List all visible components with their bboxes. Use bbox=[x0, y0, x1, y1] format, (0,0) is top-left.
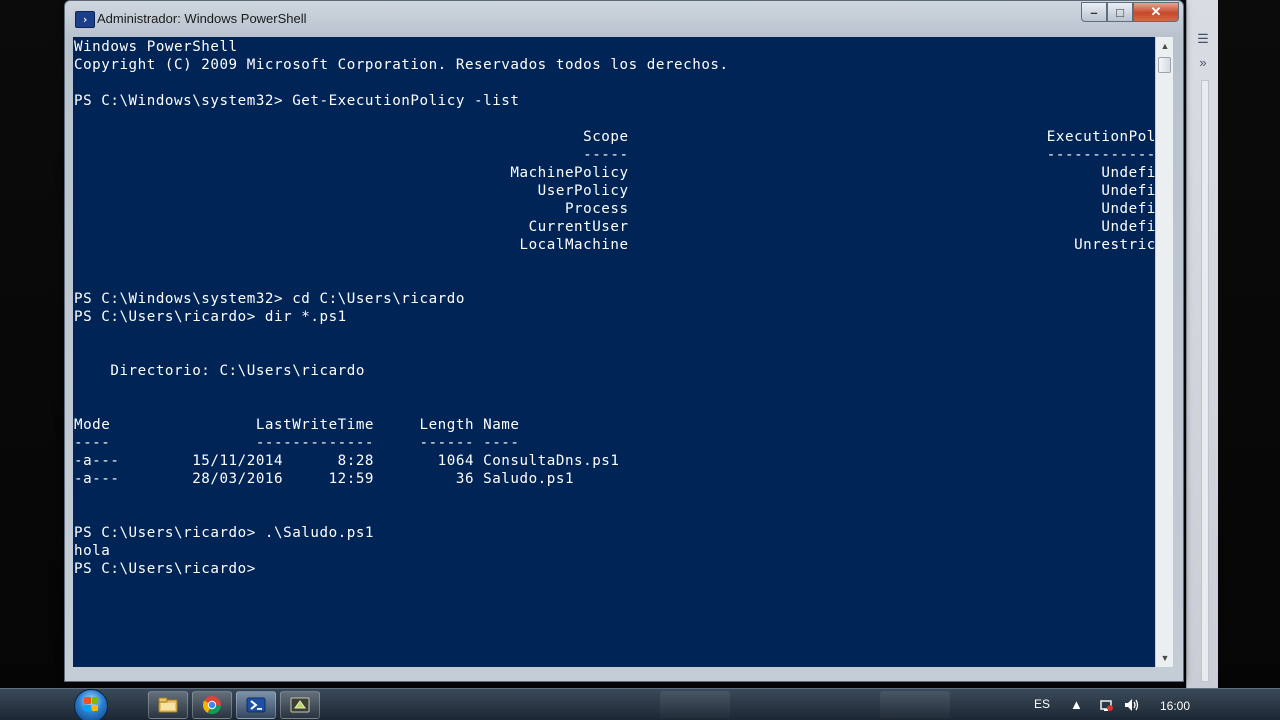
console-text: Windows PowerShell Copyright (C) 2009 Mi… bbox=[73, 37, 1155, 578]
windows-flag-icon bbox=[84, 697, 98, 711]
background-scrollbar[interactable] bbox=[1201, 80, 1209, 682]
console-line: ----- --------------- bbox=[74, 147, 1155, 163]
console-line: PS C:\Users\ricardo> .\Saludo.ps1 bbox=[74, 525, 375, 541]
window-controls: – □ ✕ bbox=[1081, 2, 1179, 24]
console-line: CurrentUser Undefined bbox=[74, 219, 1155, 235]
console-line: PS C:\Users\ricardo> dir *.ps1 bbox=[74, 309, 347, 325]
start-button[interactable] bbox=[72, 689, 112, 720]
powershell-icon bbox=[246, 697, 266, 713]
taskbar-explorer[interactable] bbox=[148, 691, 188, 719]
minimize-button[interactable]: – bbox=[1081, 2, 1107, 22]
clock-time[interactable]: 16:00 bbox=[1160, 699, 1190, 713]
app-icon bbox=[290, 697, 310, 713]
language-indicator[interactable]: ES bbox=[1034, 697, 1050, 711]
vertical-scrollbar[interactable]: ▲ ▼ bbox=[1155, 37, 1173, 667]
console-line: Directorio: C:\Users\ricardo bbox=[74, 363, 365, 379]
volume-icon[interactable] bbox=[1124, 698, 1140, 715]
menu-icon[interactable]: ☰ bbox=[1193, 30, 1213, 48]
scroll-thumb[interactable] bbox=[1158, 57, 1171, 73]
scroll-down-icon[interactable]: ▼ bbox=[1157, 650, 1173, 666]
background-window[interactable]: ☰ » bbox=[1186, 0, 1218, 688]
powershell-icon: › bbox=[75, 11, 95, 28]
taskbar-powershell[interactable] bbox=[236, 691, 276, 719]
scroll-up-icon[interactable]: ▲ bbox=[1157, 38, 1173, 54]
network-icon[interactable] bbox=[1098, 698, 1114, 715]
chevron-right-icon[interactable]: » bbox=[1193, 54, 1213, 72]
powershell-window[interactable]: › Administrador: Windows PowerShell – □ … bbox=[64, 0, 1184, 682]
taskbar-ghost-item bbox=[660, 691, 730, 719]
console-output[interactable]: Windows PowerShell Copyright (C) 2009 Mi… bbox=[73, 37, 1155, 667]
tray-expand-icon[interactable]: ▲ bbox=[1070, 698, 1083, 712]
console-line: -a--- 15/11/2014 8:28 1064 ConsultaDns.p… bbox=[74, 453, 620, 469]
chrome-icon bbox=[202, 696, 221, 715]
taskbar-ghost-item bbox=[880, 691, 950, 719]
console-line: MachinePolicy Undefined bbox=[74, 165, 1155, 181]
volume-icon bbox=[1125, 699, 1139, 711]
console-line: PS C:\Windows\system32> cd C:\Users\rica… bbox=[74, 291, 465, 307]
title-bar[interactable]: › Administrador: Windows PowerShell – □ … bbox=[65, 1, 1183, 37]
console-line: LocalMachine Unrestricted bbox=[74, 237, 1155, 253]
console-line: Scope ExecutionPolicy bbox=[74, 129, 1155, 145]
maximize-button[interactable]: □ bbox=[1107, 2, 1133, 22]
console-line: Windows PowerShell bbox=[74, 39, 238, 55]
console-line: Copyright (C) 2009 Microsoft Corporation… bbox=[74, 57, 729, 73]
close-button[interactable]: ✕ bbox=[1133, 2, 1179, 22]
console-line: PS C:\Windows\system32> Get-ExecutionPol… bbox=[74, 93, 520, 109]
window-title: Administrador: Windows PowerShell bbox=[97, 11, 307, 26]
taskbar-app[interactable] bbox=[280, 691, 320, 719]
folder-icon bbox=[158, 697, 178, 713]
console-line: ---- ------------- ------ ---- bbox=[74, 435, 520, 451]
console-line: hola bbox=[74, 543, 111, 559]
console-line: PS C:\Users\ricardo> bbox=[74, 561, 256, 577]
network-icon bbox=[1100, 700, 1113, 711]
console-line: UserPolicy Undefined bbox=[74, 183, 1155, 199]
taskbar-chrome[interactable] bbox=[192, 691, 232, 719]
console-line: -a--- 28/03/2016 12:59 36 Saludo.ps1 bbox=[74, 471, 575, 487]
console-line: Process Undefined bbox=[74, 201, 1155, 217]
console-line: Mode LastWriteTime Length Name bbox=[74, 417, 520, 433]
taskbar: ES ▲ 16:00 bbox=[0, 688, 1280, 720]
